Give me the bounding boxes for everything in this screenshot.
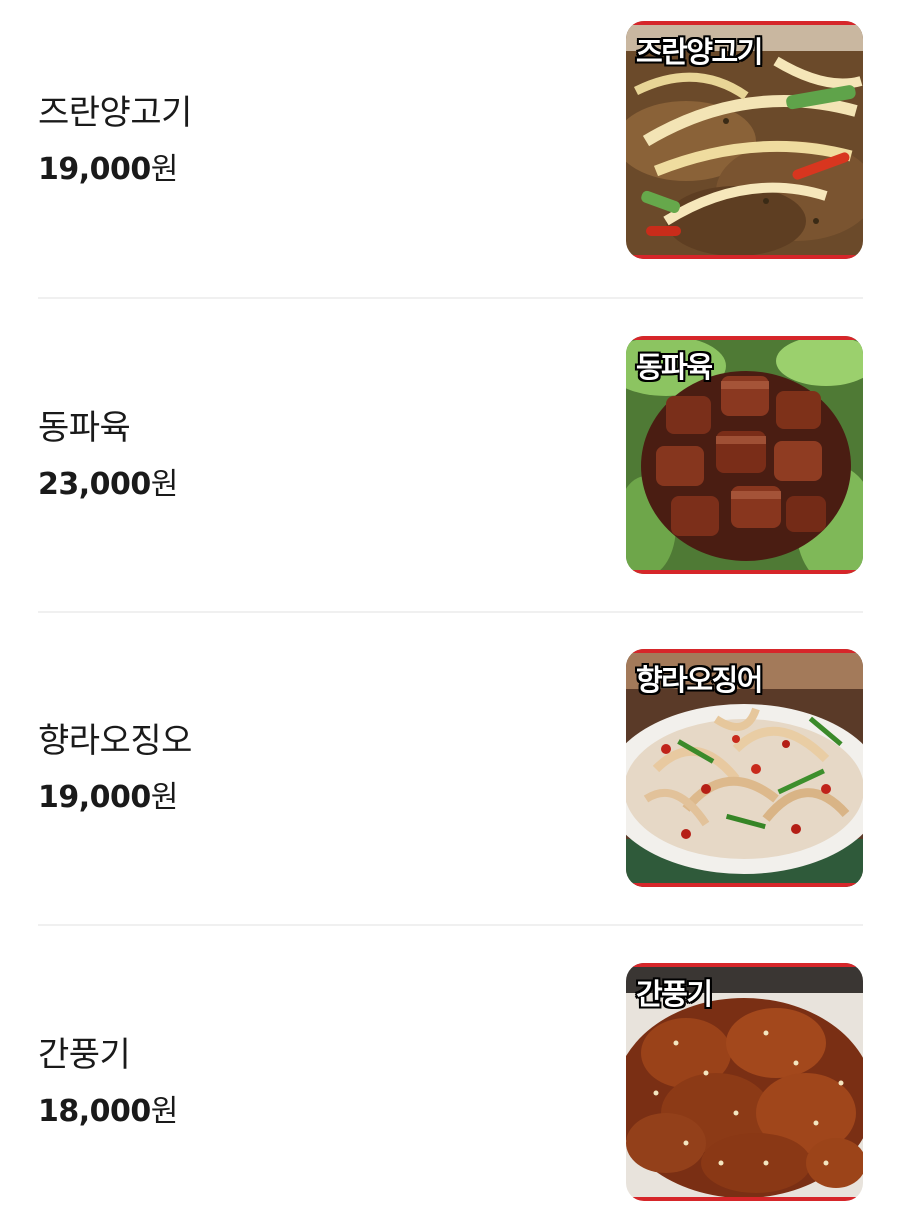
menu-item-photo[interactable]: 즈란양고기	[626, 21, 863, 259]
menu-item-text: 즈란양고기 19,000원	[38, 91, 192, 189]
price-amount: 19,000	[38, 152, 151, 187]
menu-item-text: 동파육 23,000원	[38, 406, 178, 504]
photo-bottom-border	[626, 1197, 863, 1201]
photo-top-border	[626, 963, 863, 967]
menu-item-price: 19,000원	[38, 151, 192, 189]
menu-item-price: 19,000원	[38, 779, 192, 817]
photo-bottom-border	[626, 255, 863, 259]
menu-item-price: 18,000원	[38, 1093, 178, 1131]
menu-item-photo[interactable]: 간풍기	[626, 963, 863, 1201]
photo-bottom-border	[626, 883, 863, 887]
menu-item-name: 즈란양고기	[38, 93, 192, 133]
menu-item-text: 간풍기 18,000원	[38, 1033, 178, 1131]
menu-list: 즈란양고기 19,000원 즈란양고기 동파육 23,000원 동파육 향라오징…	[0, 0, 900, 1226]
divider	[38, 297, 863, 299]
photo-bottom-border	[626, 570, 863, 574]
price-amount: 23,000	[38, 467, 151, 502]
price-unit: 원	[150, 780, 179, 815]
menu-item-text: 향라오징오 19,000원	[38, 719, 192, 817]
menu-item[interactable]: 간풍기 18,000원 간풍기	[38, 963, 863, 1201]
menu-item-name: 간풍기	[38, 1035, 131, 1075]
menu-item-price: 23,000원	[38, 466, 178, 504]
menu-item-photo[interactable]: 향라오징어	[626, 649, 863, 887]
photo-caption: 즈란양고기	[636, 35, 763, 69]
menu-item-name: 동파육	[38, 408, 131, 448]
price-unit: 원	[150, 1094, 179, 1129]
photo-caption: 간풍기	[636, 977, 713, 1011]
menu-item[interactable]: 향라오징오 19,000원 향라오징어	[38, 649, 863, 887]
price-amount: 19,000	[38, 780, 151, 815]
photo-caption: 향라오징어	[636, 663, 763, 697]
photo-top-border	[626, 21, 863, 25]
divider	[38, 611, 863, 613]
photo-top-border	[626, 649, 863, 653]
menu-item-name: 향라오징오	[38, 721, 192, 761]
menu-item-photo[interactable]: 동파육	[626, 336, 863, 574]
price-unit: 원	[150, 152, 179, 187]
divider	[38, 924, 863, 926]
price-amount: 18,000	[38, 1094, 151, 1129]
photo-caption: 동파육	[636, 350, 713, 384]
menu-item[interactable]: 동파육 23,000원 동파육	[38, 336, 863, 574]
menu-item[interactable]: 즈란양고기 19,000원 즈란양고기	[38, 21, 863, 259]
price-unit: 원	[150, 467, 179, 502]
photo-top-border	[626, 336, 863, 340]
